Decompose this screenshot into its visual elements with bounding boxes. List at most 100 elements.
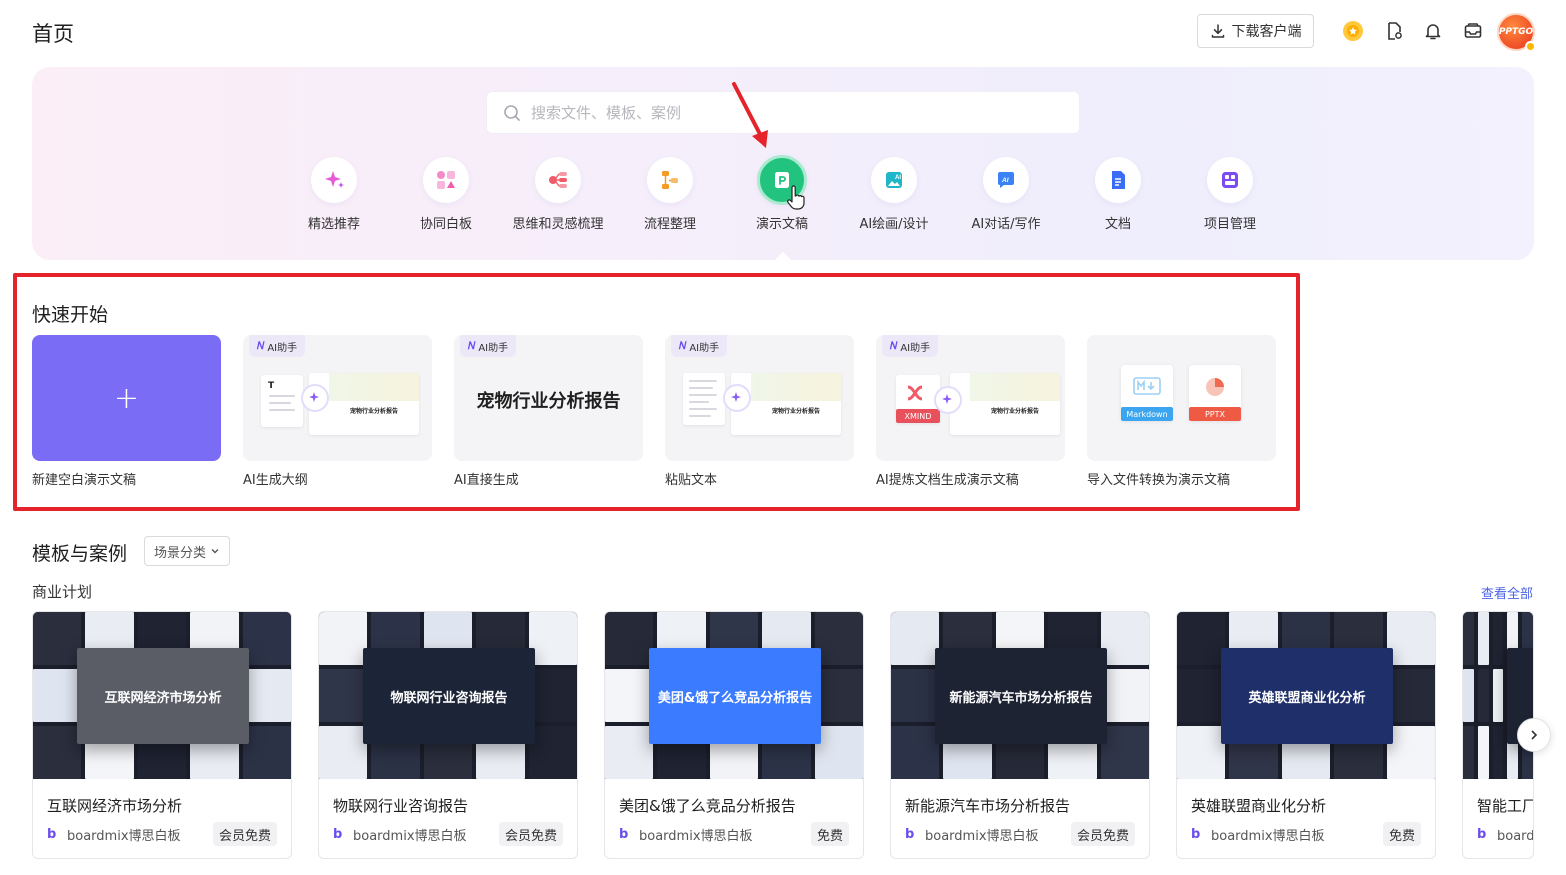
- template-author: b boardmix博思白板: [905, 825, 1039, 844]
- ai-outline-card[interactable]: 𝑁 AI助手 T 宠物行业分析报告: [243, 335, 432, 461]
- category-whiteboard[interactable]: 协同白板: [391, 157, 501, 232]
- coin-icon[interactable]: [1342, 20, 1364, 42]
- template-title: 智能工厂: [1477, 797, 1534, 815]
- thumb-tile: [1492, 726, 1504, 779]
- template-title: 美团&饿了么竞品分析报告: [619, 797, 796, 815]
- thumb-tile: [242, 726, 291, 779]
- avatar-text: PPTGO: [1498, 27, 1534, 37]
- thumb-tile: [1386, 669, 1435, 722]
- thumb-cover: 新能源汽车市场分析报告: [935, 648, 1107, 744]
- search-input[interactable]: [531, 103, 1051, 122]
- thumb-tile: [319, 726, 368, 779]
- category-document[interactable]: 文档: [1063, 157, 1173, 232]
- template-author: b boardmix博思白板: [1477, 825, 1533, 844]
- xmind-tag: XMIND: [896, 409, 940, 423]
- category-featured[interactable]: 精选推荐: [279, 157, 389, 232]
- thumb-tile: [891, 612, 940, 665]
- ai-badge-label: AI助手: [689, 342, 720, 354]
- template-title: 物联网行业咨询报告: [333, 797, 469, 815]
- carousel-next-button[interactable]: [1517, 718, 1551, 752]
- thumb-tile: [1177, 669, 1226, 722]
- template-author: b boardmix博思白板: [1191, 825, 1325, 844]
- category-icon-wrap: [423, 157, 469, 203]
- boardmix-logo-icon: b: [905, 826, 915, 842]
- ai-badge-label: AI助手: [478, 342, 509, 354]
- thumb-tile: [891, 669, 940, 722]
- category-ai-design[interactable]: AI AI绘画/设计: [839, 157, 949, 232]
- category-ai-chat[interactable]: AI AI对话/写作: [951, 157, 1061, 232]
- search-bar[interactable]: [486, 91, 1080, 134]
- ai-logo-icon: 𝑁: [679, 340, 687, 352]
- category-icon-wrap: AI: [871, 157, 917, 203]
- thumb-title: 英雄联盟商业化分析: [1248, 690, 1366, 706]
- slide-preview-text: 宠物行业分析报告: [771, 408, 820, 415]
- thumb-title: 美团&饿了么竞品分析报告: [657, 690, 813, 706]
- new-blank-presentation-card[interactable]: +: [32, 335, 221, 461]
- template-card[interactable]: 物联网行业咨询报告 物联网行业咨询报告 b boardmix博思白板 会员免费: [318, 611, 578, 859]
- category-icon-wrap: [535, 157, 581, 203]
- template-title: 英雄联盟商业化分析: [1191, 797, 1327, 815]
- ai-direct-generate-card[interactable]: 𝑁 AI助手 宠物行业分析报告: [454, 335, 643, 461]
- paste-text-card[interactable]: 𝑁 AI助手 宠物行业分析报告: [665, 335, 854, 461]
- see-all-link[interactable]: 查看全部: [1481, 583, 1533, 602]
- sparkle-icon: [325, 171, 344, 188]
- category-mindmap[interactable]: 思维和灵感梳理: [503, 157, 613, 232]
- thumb-tile: [1177, 612, 1226, 665]
- avatar-status-badge: [1525, 41, 1536, 52]
- template-title: 互联网经济市场分析: [47, 797, 183, 815]
- thumb-tile: [1463, 669, 1474, 722]
- category-label: AI绘画/设计: [859, 217, 929, 232]
- category-label: 协同白板: [419, 217, 472, 232]
- thumb-tile: [319, 612, 368, 665]
- template-thumbnail: 互联网经济市场分析: [33, 612, 291, 779]
- thumb-tile: [319, 669, 368, 722]
- pptx-tag: PPTX: [1189, 407, 1241, 421]
- import-file-card[interactable]: Markdown PPTX: [1087, 335, 1276, 461]
- template-thumbnail: 物联网行业咨询报告: [319, 612, 577, 779]
- category-flowchart[interactable]: 流程整理: [615, 157, 725, 232]
- download-icon: [1211, 24, 1224, 38]
- download-client-label: 下载客户端: [1231, 24, 1302, 40]
- thumb-tile: [814, 669, 863, 722]
- template-card[interactable]: 互联网经济市场分析 互联网经济市场分析 b boardmix博思白板 会员免费: [32, 611, 292, 859]
- template-card[interactable]: 新能源汽车市场分析报告 新能源汽车市场分析报告 b boardmix博思白板 会员免费: [890, 611, 1150, 859]
- inbox-icon[interactable]: [1462, 20, 1484, 42]
- whiteboard-icon: [437, 171, 455, 189]
- thumb-tile: [242, 669, 291, 722]
- author-name: boardmix博思白板: [925, 829, 1039, 844]
- file-settings-icon[interactable]: [1383, 20, 1405, 42]
- category-icon-wrap: [311, 157, 357, 203]
- price-badge: 会员免费: [1070, 822, 1135, 846]
- scene-filter-dropdown[interactable]: 场景分类: [144, 536, 230, 566]
- bell-icon[interactable]: [1422, 20, 1444, 42]
- chevron-right-icon: [1531, 730, 1538, 740]
- templates-title: 模板与案例: [32, 543, 128, 565]
- download-client-button[interactable]: 下载客户端: [1197, 14, 1314, 48]
- category-presentation[interactable]: 演示文稿: [727, 155, 837, 232]
- category-project[interactable]: 项目管理: [1175, 157, 1285, 232]
- qs-label: 新建空白演示文稿: [32, 473, 137, 488]
- category-icon-wrap: [1095, 157, 1141, 203]
- slide-preview-text: 宠物行业分析报告: [990, 408, 1039, 415]
- ai-logo-icon: 𝑁: [468, 340, 476, 352]
- category-label: 流程整理: [643, 217, 696, 232]
- ai-extract-doc-card[interactable]: 𝑁 AI助手 XMIND 宠物行业分析报告: [876, 335, 1065, 461]
- category-icon-wrap: AI: [983, 157, 1029, 203]
- mindmap-icon: [549, 172, 567, 188]
- thumb-tile: [33, 669, 82, 722]
- author-name: boardmix博思白板: [639, 829, 753, 844]
- thumb-tile: [1386, 726, 1435, 779]
- thumb-tile: [605, 726, 654, 779]
- price-badge: 会员免费: [212, 822, 277, 846]
- chevron-down-icon: [211, 549, 219, 554]
- boardmix-logo-icon: b: [47, 826, 57, 842]
- category-label: 精选推荐: [307, 217, 360, 232]
- thumb-cover: 物联网行业咨询报告: [363, 648, 535, 744]
- price-badge: 会员免费: [498, 822, 563, 846]
- thumb-cover: 英雄联盟商业化分析: [1221, 648, 1393, 744]
- flowchart-icon: [662, 171, 678, 189]
- template-card[interactable]: 英雄联盟商业化分析 英雄联盟商业化分析 b boardmix博思白板 免费: [1176, 611, 1436, 859]
- template-card[interactable]: 美团&饿了么竞品分析报告 美团&饿了么竞品分析报告 b boardmix博思白板 免费: [604, 611, 864, 859]
- thumb-tile: [528, 612, 577, 665]
- thumb-title: 物联网行业咨询报告: [390, 690, 508, 706]
